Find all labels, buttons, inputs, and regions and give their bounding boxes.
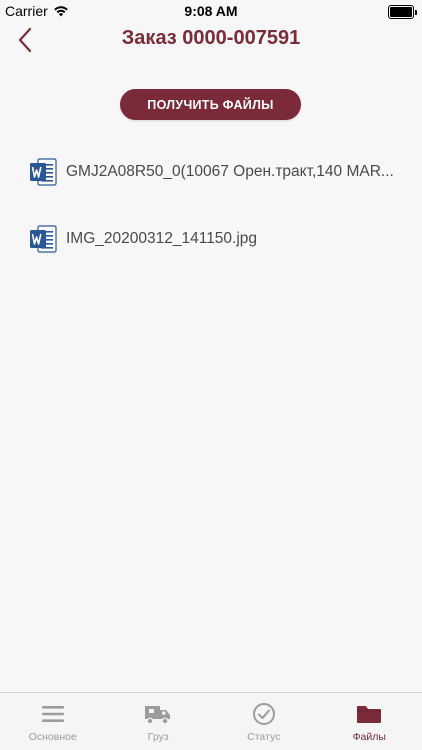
clock: 9:08 AM — [184, 3, 238, 19]
truck-icon — [145, 706, 171, 725]
tab-label: Статус — [247, 731, 281, 743]
file-item[interactable]: GMJ2A08R50_0(10067 Орен.тракт,140 MAR... — [29, 155, 414, 189]
tab-status[interactable]: Статус — [211, 693, 317, 750]
tab-label: Файлы — [352, 731, 386, 743]
tab-label: Груз — [147, 731, 169, 743]
file-name: GMJ2A08R50_0(10067 Орен.тракт,140 MAR... — [66, 163, 394, 180]
word-document-icon — [30, 158, 57, 186]
tab-label: Основное — [28, 731, 77, 743]
get-files-button[interactable]: ПОЛУЧИТЬ ФАЙЛЫ — [120, 89, 301, 120]
status-bar: Carrier 9:08 AM — [0, 0, 422, 22]
word-document-icon — [30, 225, 57, 253]
nav-bar: Заказ 0000-007591 — [0, 22, 422, 62]
file-item[interactable]: IMG_20200312_141150.jpg — [29, 222, 414, 256]
battery-icon — [388, 5, 417, 19]
tab-cargo[interactable]: Груз — [106, 693, 212, 750]
tab-bar: Основное Груз Статус Файлы — [0, 692, 422, 750]
tab-main[interactable]: Основное — [0, 693, 106, 750]
folder-icon — [357, 706, 382, 723]
tab-files[interactable]: Файлы — [317, 693, 422, 750]
file-name: IMG_20200312_141150.jpg — [66, 230, 258, 247]
check-circle-icon — [252, 703, 275, 725]
page-title: Заказ 0000-007591 — [121, 27, 301, 49]
menu-lines-icon — [41, 706, 64, 722]
